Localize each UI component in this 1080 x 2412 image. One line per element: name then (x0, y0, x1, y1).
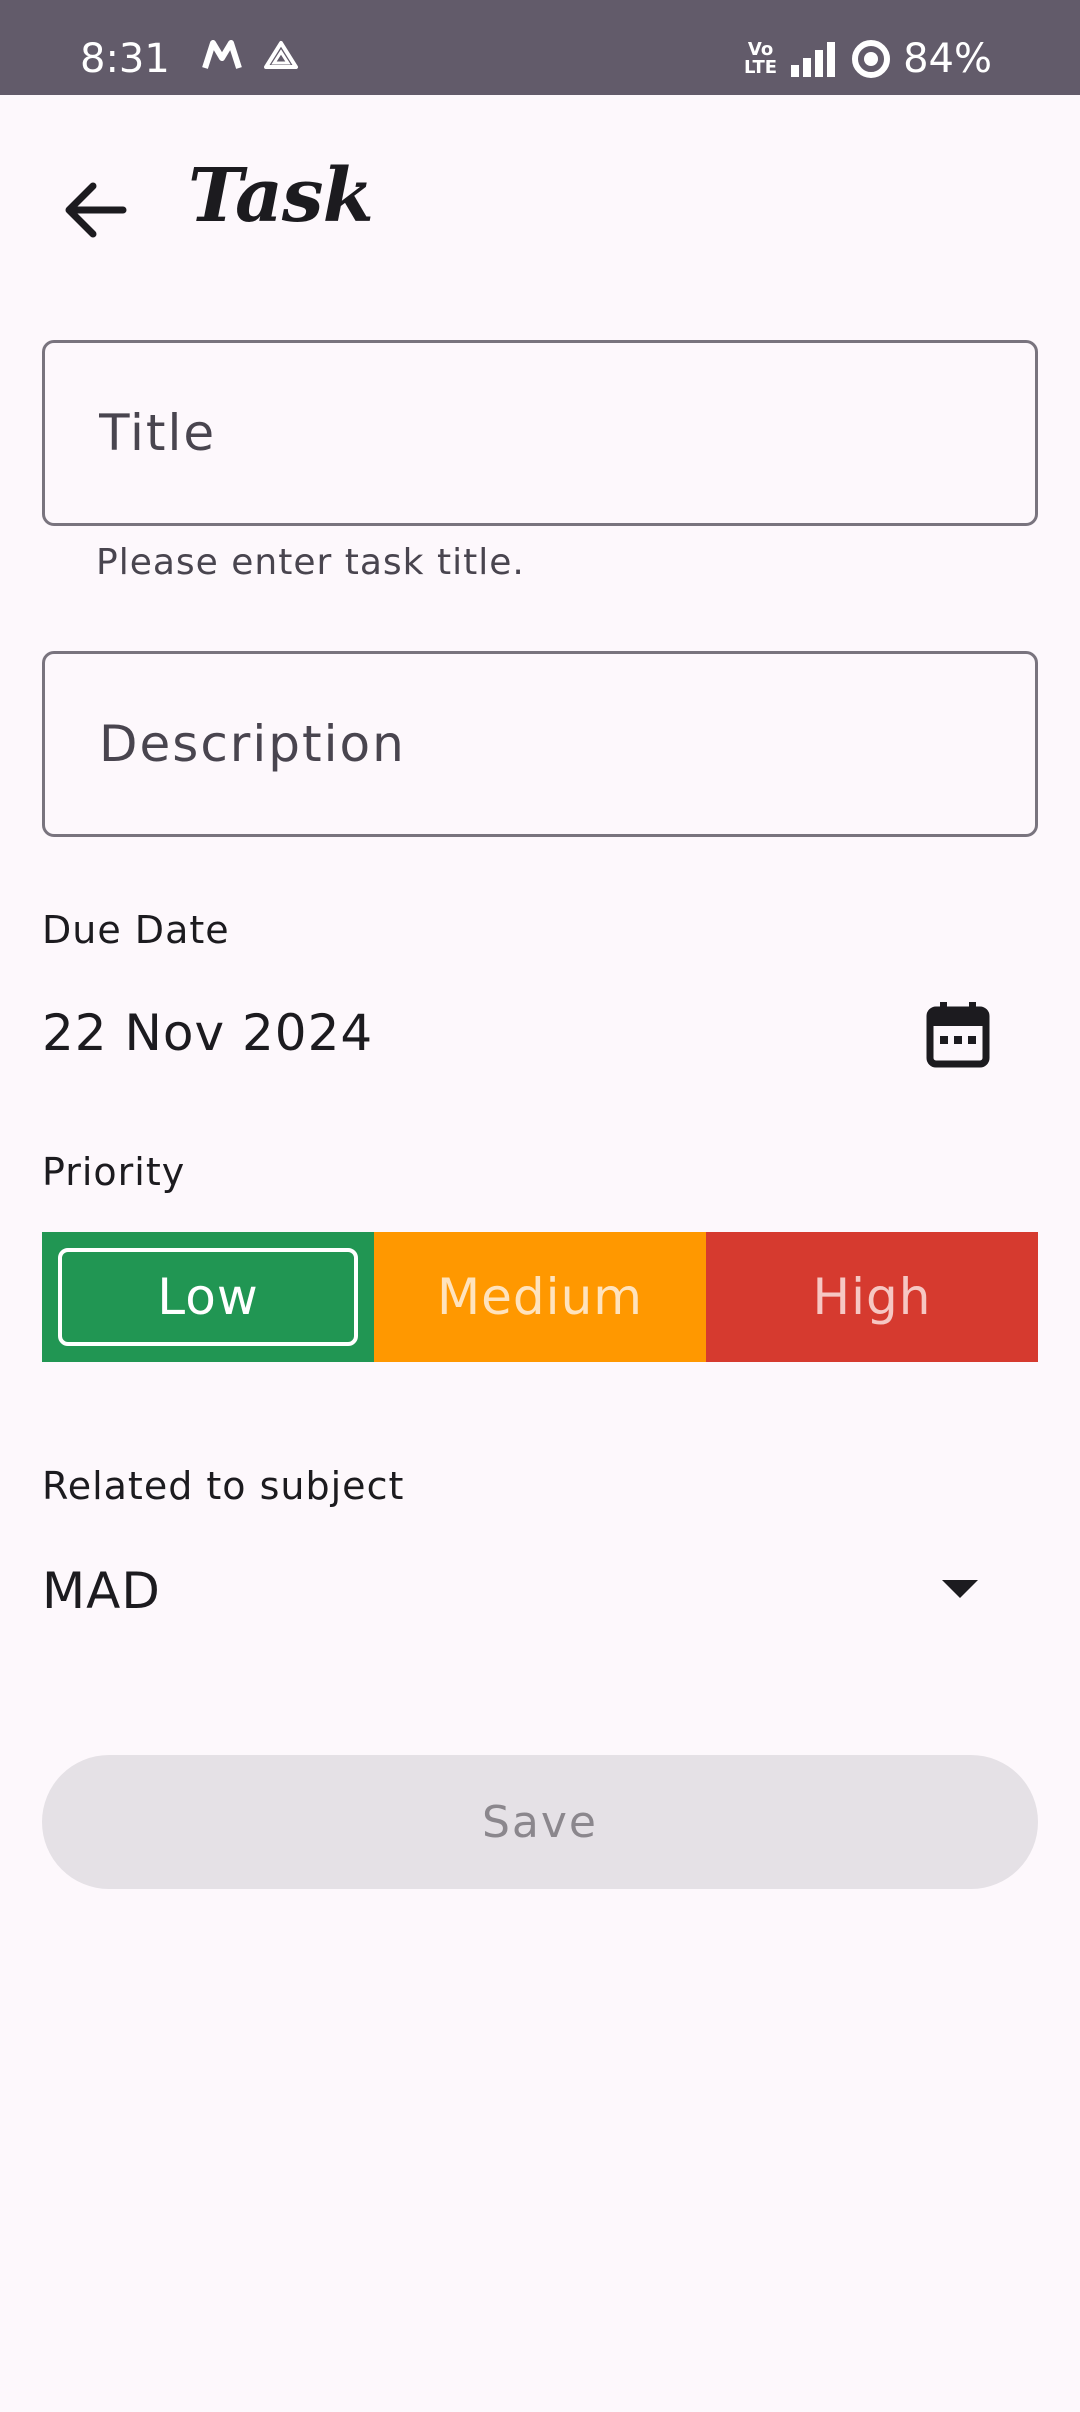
page-title: Task (188, 153, 374, 239)
status-bar: 8:31 Vo LTE 84% (0, 0, 1080, 95)
arrow-back-icon (65, 182, 127, 238)
back-button[interactable] (50, 165, 140, 255)
priority-high-label: High (812, 1268, 932, 1326)
due-date-label: Due Date (42, 908, 230, 952)
subject-value: MAD (42, 1562, 161, 1620)
battery-percent: 84% (903, 36, 992, 82)
priority-label: Priority (42, 1150, 186, 1194)
priority-segmented-control: Low Medium High (42, 1232, 1038, 1362)
description-field[interactable] (42, 651, 1038, 837)
subject-dropdown[interactable]: MAD (42, 1540, 1038, 1640)
title-field[interactable] (42, 340, 1038, 526)
selected-outline (58, 1248, 358, 1346)
status-right: Vo LTE 84% (744, 36, 992, 82)
priority-medium-button[interactable]: Medium (374, 1232, 706, 1362)
status-time: 8:31 (80, 36, 170, 82)
title-helper-text: Please enter task title. (96, 542, 525, 583)
description-input[interactable] (45, 654, 1035, 834)
drive-icon (264, 41, 299, 69)
calendar-button[interactable] (918, 994, 998, 1074)
subject-label: Related to subject (42, 1464, 405, 1508)
dropdown-arrow-icon (942, 1580, 978, 1598)
priority-high-button[interactable]: High (706, 1232, 1038, 1362)
priority-medium-label: Medium (437, 1268, 643, 1326)
title-input[interactable] (45, 343, 1035, 523)
status-app-icons (202, 40, 315, 74)
priority-low-button[interactable]: Low (42, 1232, 374, 1362)
m-app-icon (202, 40, 242, 69)
due-date-value[interactable]: 22 Nov 2024 (42, 1004, 373, 1062)
signal-icon (791, 42, 836, 77)
top-app-bar: Task (0, 95, 1080, 315)
calendar-icon (926, 1002, 990, 1068)
volte-icon: Vo LTE (744, 39, 778, 78)
save-button[interactable]: Save (42, 1755, 1038, 1889)
battery-ring-icon (852, 40, 891, 78)
